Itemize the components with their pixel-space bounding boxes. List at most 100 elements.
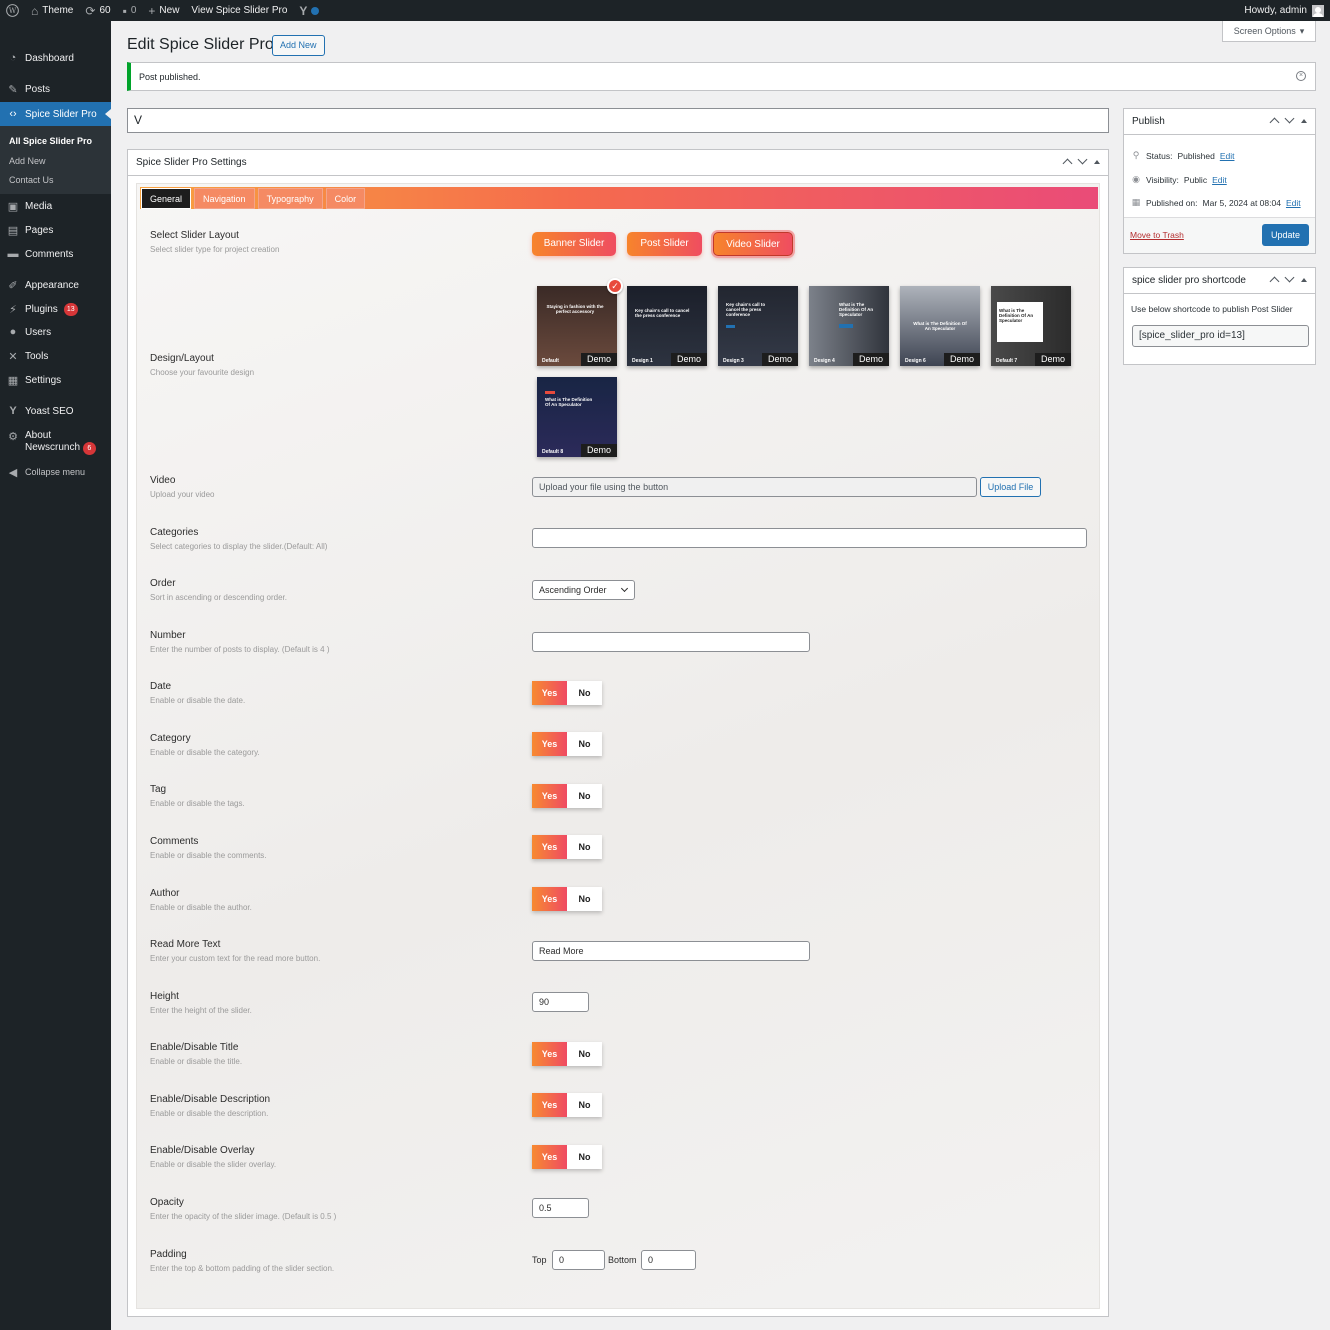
read-more-input[interactable]: Read More <box>532 941 810 961</box>
height-input[interactable]: 90 <box>532 992 589 1012</box>
sidebar-item-pages[interactable]: ▤ Pages <box>0 224 111 237</box>
demo-button[interactable]: Demo <box>581 353 617 366</box>
new-content-link[interactable]: + New <box>142 0 185 21</box>
tab-color[interactable]: Color <box>325 188 366 209</box>
padding-bottom-input[interactable]: 0 <box>641 1250 696 1270</box>
demo-button[interactable]: Demo <box>581 444 617 457</box>
sidebar-item-dashboard[interactable]: ◔ Dashboard <box>0 52 111 64</box>
toggle-no[interactable]: No <box>567 1145 602 1169</box>
move-down-icon[interactable] <box>1284 113 1295 124</box>
design-thumb-default-7[interactable]: What is The Definition Of An Speculator … <box>991 286 1071 366</box>
sidebar-item-plugins[interactable]: ⚡ Plugins 13 <box>0 303 111 316</box>
toggle-yes[interactable]: Yes <box>532 1093 567 1117</box>
sidebar-item-users[interactable]: ● Users <box>0 326 111 338</box>
move-up-icon[interactable] <box>1269 117 1280 128</box>
sidebar-item-about-newscrunch[interactable]: ⚙ About Newscrunch 6 <box>0 430 111 455</box>
toggle-no[interactable]: No <box>567 1042 602 1066</box>
tab-typography[interactable]: Typography <box>257 188 323 209</box>
site-name-link[interactable]: ⌂ Theme <box>25 0 79 21</box>
toggle-no[interactable]: No <box>567 835 602 859</box>
move-down-icon[interactable] <box>1284 272 1295 283</box>
demo-button[interactable]: Demo <box>671 353 707 366</box>
demo-button[interactable]: Demo <box>762 353 798 366</box>
sidebar-item-spice-slider-pro[interactable]: ‹› Spice Slider Pro <box>0 102 111 126</box>
toggle-panel-icon[interactable] <box>1094 160 1100 164</box>
sidebar-item-settings[interactable]: ▦ Settings <box>0 374 111 387</box>
sidebar-item-tools[interactable]: ✕ Tools <box>0 350 111 363</box>
author-toggle[interactable]: Yes No <box>532 887 602 911</box>
collapse-menu-button[interactable]: ◀ Collapse menu <box>0 466 111 479</box>
banner-slider-button[interactable]: Banner Slider <box>532 232 616 256</box>
toggle-yes[interactable]: Yes <box>532 887 567 911</box>
video-upload-input[interactable]: Upload your file using the button <box>532 477 977 497</box>
tag-toggle[interactable]: Yes No <box>532 784 602 808</box>
categories-input[interactable] <box>532 528 1087 548</box>
submenu-contact-us[interactable]: Contact Us <box>9 175 54 185</box>
toggle-no[interactable]: No <box>567 681 602 705</box>
move-up-icon[interactable] <box>1269 276 1280 287</box>
my-account[interactable]: Howdy, admin <box>1244 4 1330 17</box>
design-thumb-design-3[interactable]: Key chain's call to cancel the press con… <box>718 286 798 366</box>
toggle-no[interactable]: No <box>567 1093 602 1117</box>
comment-icon: ▪ <box>122 3 127 18</box>
add-new-button[interactable]: Add New <box>272 35 325 56</box>
dismiss-icon[interactable]: × <box>1296 71 1306 81</box>
edit-visibility-link[interactable]: Edit <box>1212 175 1227 185</box>
title-toggle[interactable]: Yes No <box>532 1042 602 1066</box>
toggle-panel-icon[interactable] <box>1301 278 1307 282</box>
overlay-toggle[interactable]: Yes No <box>532 1145 602 1169</box>
sidebar-item-posts[interactable]: ✎ Posts <box>0 83 111 96</box>
design-thumb-design-6[interactable]: What is The Definition Of An Speculator … <box>900 286 980 366</box>
screen-options-button[interactable]: Screen Options ▾ <box>1222 21 1316 42</box>
sidebar-item-yoast-seo[interactable]: Y Yoast SEO <box>0 405 111 417</box>
toggle-panel-icon[interactable] <box>1301 119 1307 123</box>
description-toggle[interactable]: Yes No <box>532 1093 602 1117</box>
tab-navigation[interactable]: Navigation <box>194 188 255 209</box>
comments-toggle[interactable]: Yes No <box>532 835 602 859</box>
edit-status-link[interactable]: Edit <box>1220 151 1235 161</box>
design-thumb-design-1[interactable]: Key chain's call to cancel the press con… <box>627 286 707 366</box>
toggle-yes[interactable]: Yes <box>532 784 567 808</box>
update-button[interactable]: Update <box>1262 224 1309 246</box>
updates-link[interactable]: ⟳ 60 <box>79 0 116 21</box>
demo-button[interactable]: Demo <box>1035 353 1071 366</box>
submenu-add-new[interactable]: Add New <box>9 156 46 166</box>
toggle-yes[interactable]: Yes <box>532 835 567 859</box>
design-thumb-default-8[interactable]: What is The Definition Of An Speculator … <box>537 377 617 457</box>
video-slider-button[interactable]: Video Slider <box>713 232 793 256</box>
edit-date-link[interactable]: Edit <box>1286 198 1301 208</box>
tab-general[interactable]: General <box>141 188 192 209</box>
demo-button[interactable]: Demo <box>944 353 980 366</box>
demo-button[interactable]: Demo <box>853 353 889 366</box>
comments-link[interactable]: ▪ 0 <box>117 0 143 21</box>
order-select[interactable]: Ascending Order <box>532 580 635 600</box>
view-post-link[interactable]: View Spice Slider Pro <box>185 0 293 21</box>
toggle-no[interactable]: No <box>567 784 602 808</box>
toggle-yes[interactable]: Yes <box>532 1042 567 1066</box>
design-thumb-default[interactable]: Staying in fashion with the perfect acce… <box>537 286 617 366</box>
design-thumb-design-4[interactable]: What is The Definition Of An Speculator … <box>809 286 889 366</box>
post-slider-button[interactable]: Post Slider <box>627 232 702 256</box>
toggle-yes[interactable]: Yes <box>532 681 567 705</box>
move-up-icon[interactable] <box>1062 158 1073 169</box>
toggle-yes[interactable]: Yes <box>532 1145 567 1169</box>
sidebar-item-appearance[interactable]: ✐ Appearance <box>0 279 111 292</box>
post-title-input[interactable]: V <box>127 108 1109 133</box>
number-input[interactable] <box>532 632 810 652</box>
sidebar-item-comments[interactable]: ▬ Comments <box>0 248 111 260</box>
toggle-no[interactable]: No <box>567 887 602 911</box>
upload-file-button[interactable]: Upload File <box>980 477 1041 497</box>
toggle-yes[interactable]: Yes <box>532 732 567 756</box>
date-toggle[interactable]: Yes No <box>532 681 602 705</box>
toggle-no[interactable]: No <box>567 732 602 756</box>
move-to-trash-link[interactable]: Move to Trash <box>1130 230 1184 240</box>
yoast-menu[interactable]: Y <box>293 0 325 21</box>
submenu-all-spice-slider-pro[interactable]: All Spice Slider Pro <box>9 136 92 146</box>
wordpress-logo[interactable]: W <box>0 0 25 21</box>
sidebar-item-media[interactable]: ▣ Media <box>0 200 111 213</box>
opacity-input[interactable]: 0.5 <box>532 1198 589 1218</box>
padding-top-input[interactable]: 0 <box>552 1250 605 1270</box>
shortcode-input[interactable]: [spice_slider_pro id=13] <box>1132 325 1309 347</box>
category-toggle[interactable]: Yes No <box>532 732 602 756</box>
move-down-icon[interactable] <box>1077 154 1088 165</box>
